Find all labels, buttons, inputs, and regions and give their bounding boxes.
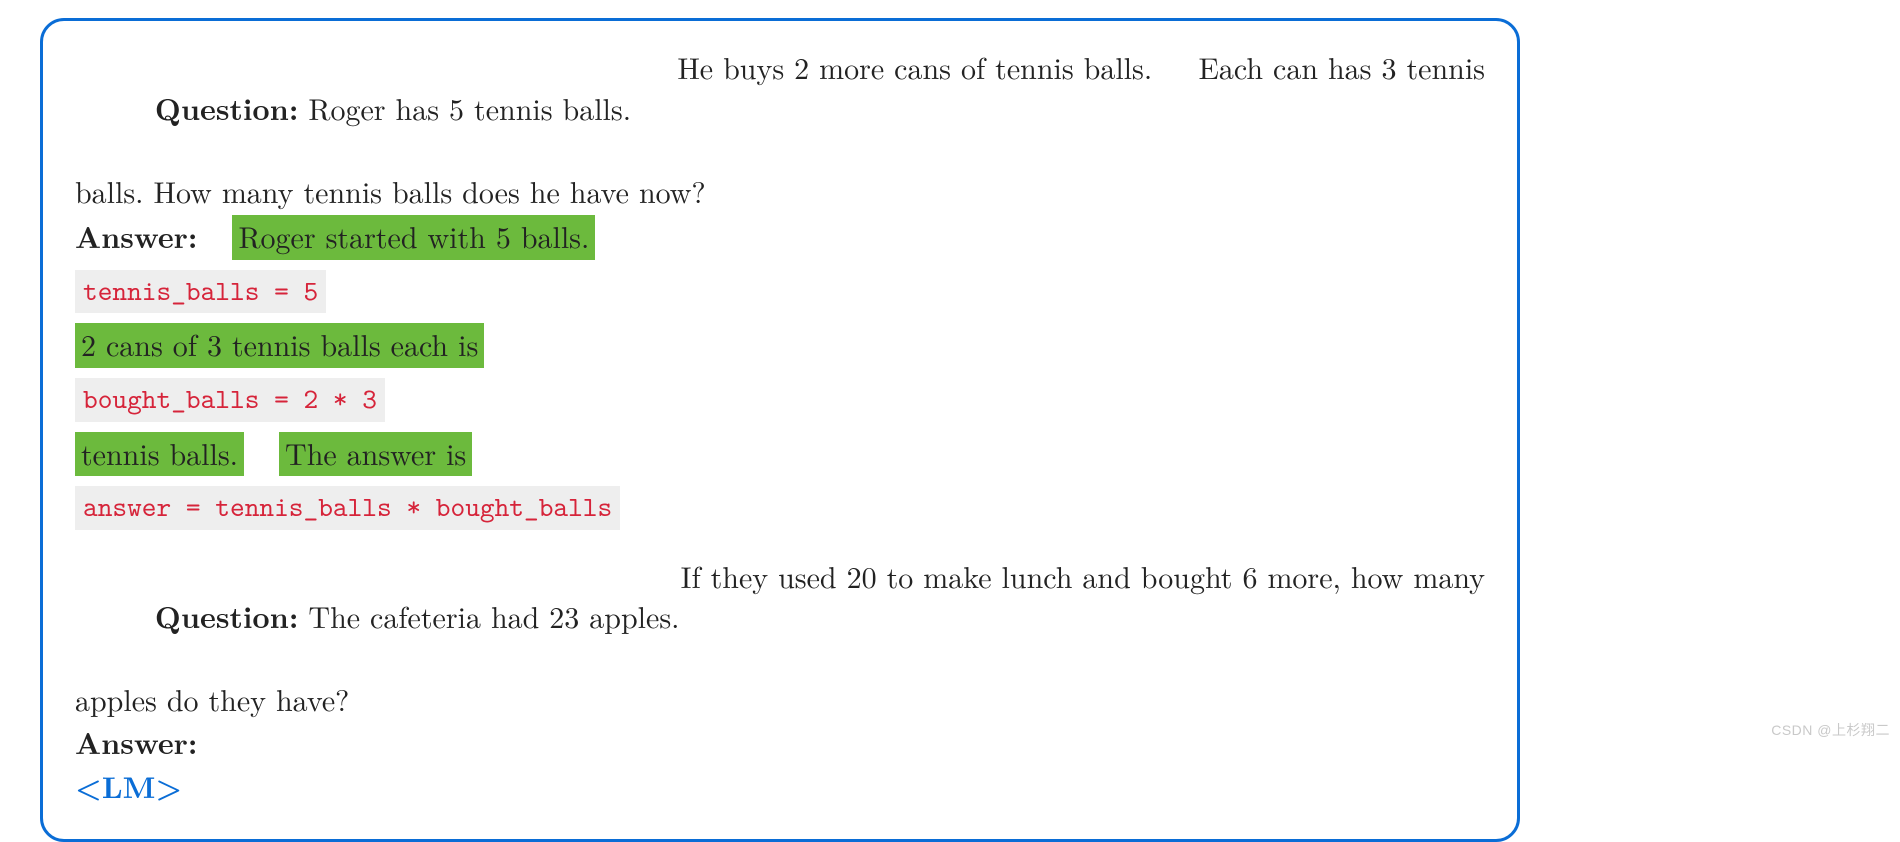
q2-line2: apples do they have? (75, 679, 1485, 720)
lm-placeholder: <LM> (75, 764, 182, 807)
q1-text-part3: Each can has 3 tennis (1198, 47, 1485, 169)
a1-step1-text: Roger started with 5 balls. (232, 215, 595, 260)
a1-step3-row: tennis balls. The answer is (75, 432, 1485, 477)
q1-text-part1: Roger has 5 tennis balls. (298, 86, 631, 129)
q1-line1: Question: Roger has 5 tennis balls. He b… (75, 47, 1485, 169)
q1-line2: balls. How many tennis balls does he hav… (75, 171, 1485, 212)
lm-tag-row: <LM> (75, 766, 1485, 807)
a1-code3: answer = tennis_balls * bought_balls (75, 486, 620, 530)
a1-step2-text: 2 cans of 3 tennis balls each is (75, 323, 484, 368)
a1-code2-row: bought_balls = 2 * 3 (75, 372, 1485, 428)
q1-label: Question: (155, 86, 299, 129)
a1-step3-text-a: tennis balls. (75, 432, 244, 477)
q2-text-part2: If they used 20 to make lunch and bought… (681, 556, 1485, 678)
a1-step3-text-b: The answer is (279, 432, 472, 477)
a2-label-row: Answer: (75, 722, 1485, 763)
a1-line: Answer: Roger started with 5 balls. (75, 215, 1485, 260)
q2-label: Question: (155, 594, 299, 637)
a2-label: Answer: (75, 720, 197, 763)
q2-text-part1: The cafeteria had 23 apples. (298, 594, 679, 637)
a1-step2-row: 2 cans of 3 tennis balls each is (75, 323, 1485, 368)
q2-line1: Question: The cafeteria had 23 apples. I… (75, 556, 1485, 678)
a1-code3-row: answer = tennis_balls * bought_balls (75, 480, 1485, 536)
prompt-box: Question: Roger has 5 tennis balls. He b… (40, 18, 1520, 842)
a1-label: Answer: (75, 214, 197, 257)
watermark: CSDN @上杉翔二 (1771, 720, 1890, 740)
a1-code1-row: tennis_balls = 5 (75, 264, 1485, 320)
q1-text-part2: He buys 2 more cans of tennis balls. (677, 47, 1152, 169)
a1-code1: tennis_balls = 5 (75, 270, 326, 314)
a1-code2: bought_balls = 2 * 3 (75, 378, 385, 422)
